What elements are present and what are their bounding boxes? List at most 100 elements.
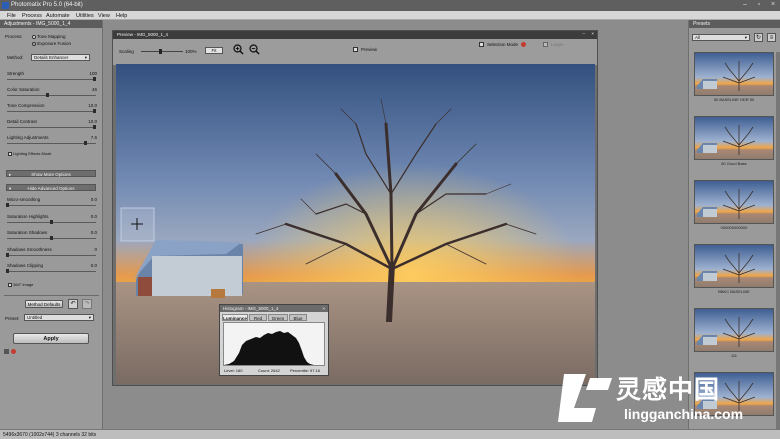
tab-green[interactable]: Green: [268, 314, 288, 321]
preview-checkbox[interactable]: [353, 47, 358, 52]
slider-track[interactable]: [7, 205, 96, 206]
slider-thumb[interactable]: [6, 203, 9, 207]
radio-tone-mapping[interactable]: Tone Mapping: [32, 34, 65, 39]
slider-value: 0: [94, 246, 97, 252]
zoom-out-icon[interactable]: [249, 44, 260, 55]
preset-select-value: Untitled: [27, 315, 43, 320]
slider-value: 46: [91, 87, 97, 92]
preset-thumbnail[interactable]: 111: [694, 308, 774, 360]
slider-track[interactable]: [7, 143, 96, 144]
preset-select[interactable]: Untitled ▾: [24, 314, 94, 321]
redo-icon[interactable]: ↷: [82, 299, 92, 309]
title-bar: Photomatix Pro 5.0 (64-bit) – ▫ ×: [0, 0, 780, 11]
slider-value: 0.0: [90, 213, 97, 219]
fit-button[interactable]: Fit: [205, 47, 223, 54]
list-view-icon[interactable]: ≡: [767, 33, 776, 42]
undo-icon[interactable]: ↶: [68, 299, 78, 309]
help-icon[interactable]: [4, 349, 9, 354]
preset-thumbnail[interactable]: BBKC BASELINE: [694, 244, 774, 296]
presets-filter-select[interactable]: All ▾: [692, 34, 750, 41]
status-text: 5496x3670 (1002x744) 3 channels 32 bits: [3, 432, 97, 438]
selection-mode-checkbox[interactable]: [479, 42, 484, 47]
slider-label: Lighting Adjustments: [7, 135, 49, 140]
preview-image[interactable]: [116, 64, 595, 384]
menu-help[interactable]: Help: [116, 13, 127, 19]
zoom-in-icon[interactable]: [233, 44, 244, 55]
tab-blue[interactable]: Blue: [289, 314, 307, 321]
apply-button[interactable]: Apply: [13, 333, 89, 344]
tab-red[interactable]: Red: [249, 314, 267, 321]
show-more-options-label: Show More Options: [31, 172, 71, 177]
show-more-options-button[interactable]: ▸ Show More Options: [6, 170, 96, 177]
slider-thumb[interactable]: [93, 77, 96, 81]
menu-view[interactable]: View: [98, 13, 110, 19]
slider-thumb[interactable]: [84, 141, 87, 145]
histogram-title: Histogram - IMG_5000_1_4: [223, 306, 279, 311]
slider-thumb[interactable]: [93, 109, 96, 113]
histogram-percentile: Percentile: 97.16: [290, 368, 321, 373]
scaling-value: 100%: [185, 49, 197, 54]
slider-track[interactable]: [7, 254, 96, 256]
method-defaults-button[interactable]: Method Defaults: [25, 300, 63, 308]
histogram-close-icon[interactable]: ×: [322, 306, 325, 311]
histogram-level: Level: 180: [224, 368, 243, 373]
slider-track[interactable]: [7, 271, 96, 272]
refresh-icon[interactable]: ↻: [754, 33, 763, 42]
record-icon[interactable]: [11, 349, 16, 354]
loupe-checkbox[interactable]: [543, 42, 548, 47]
preset-thumbnail[interactable]: 50 BASELINE HDR 50: [694, 52, 774, 104]
slider-thumb[interactable]: [50, 219, 53, 224]
slider-value: 10.0: [88, 103, 97, 108]
close-button[interactable]: ×: [766, 0, 780, 10]
method-label: Method:: [7, 55, 24, 60]
radio-exposure-fusion[interactable]: Exposure Fusion: [32, 41, 71, 46]
scaling-slider-track: [141, 51, 183, 52]
menu-file[interactable]: File: [7, 13, 16, 19]
preview-toolbar: Scaling 100% Fit Preview Selection Mode …: [113, 39, 597, 65]
menu-process[interactable]: Process: [22, 13, 42, 19]
slider-track[interactable]: [7, 79, 96, 80]
slider-track[interactable]: [7, 95, 96, 96]
process-label: Process:: [5, 34, 23, 39]
preview-close-icon[interactable]: ×: [591, 31, 594, 36]
slider-label: Saturation Shadows: [7, 230, 48, 235]
minimize-button[interactable]: –: [738, 0, 752, 10]
preview-window: Preview - IMG_5000_1_4 – × Scaling 100% …: [112, 30, 598, 386]
window-title: Photomatix Pro 5.0 (64-bit): [11, 2, 83, 8]
histogram-window: Histogram - IMG_5000_1_4 × Luminance Red…: [219, 304, 329, 376]
menu-utilities[interactable]: Utilities: [76, 13, 94, 19]
preset-thumbnail[interactable]: 000000000000: [694, 180, 774, 232]
hide-advanced-options-button[interactable]: ▾ Hide Advanced Options: [6, 184, 96, 191]
slider-track[interactable]: [7, 111, 96, 112]
maximize-button[interactable]: ▫: [752, 0, 766, 10]
menu-bar: File Process Automate Utilities View Hel…: [0, 11, 780, 20]
method-select[interactable]: Details Enhancer ▾: [31, 54, 90, 61]
preset-preview-image: [694, 308, 774, 352]
slider-value: 0.0: [90, 197, 97, 202]
tab-luminance[interactable]: Luminance: [222, 314, 248, 321]
selection-mode-label: Selection Mode: [487, 42, 519, 47]
slider-thumb[interactable]: [46, 93, 49, 97]
preview-minimize-icon[interactable]: –: [582, 31, 585, 36]
menu-automate[interactable]: Automate: [46, 13, 70, 19]
slider-label: Saturation Highlights: [7, 213, 49, 219]
slider-thumb[interactable]: [6, 252, 9, 257]
lighting-effects-mode-label: Lighting Effects Mode: [13, 151, 52, 156]
app-icon: [2, 2, 9, 9]
slider-thumb[interactable]: [6, 269, 9, 273]
preset-preview-image: [694, 180, 774, 224]
slider-value: 7.6: [90, 135, 97, 140]
radio-exposure-fusion-label: Exposure Fusion: [37, 41, 72, 46]
slider-thumb[interactable]: [93, 125, 96, 129]
slider-value: 100: [89, 71, 97, 76]
selection-mode-indicator-icon: [521, 42, 526, 47]
slider-thumb[interactable]: [50, 236, 53, 240]
preset-thumbnail[interactable]: 50 Good Base: [694, 116, 774, 168]
presets-header: Presets: [689, 20, 780, 28]
scaling-slider-thumb[interactable]: [159, 49, 162, 54]
panel360-checkbox[interactable]: 360° image: [8, 282, 33, 287]
slider-track[interactable]: [7, 127, 96, 128]
lighting-effects-mode-checkbox[interactable]: Lighting Effects Mode: [8, 151, 52, 156]
preset-caption: 50 Good Base: [721, 161, 747, 166]
histogram-graph: [223, 322, 325, 366]
